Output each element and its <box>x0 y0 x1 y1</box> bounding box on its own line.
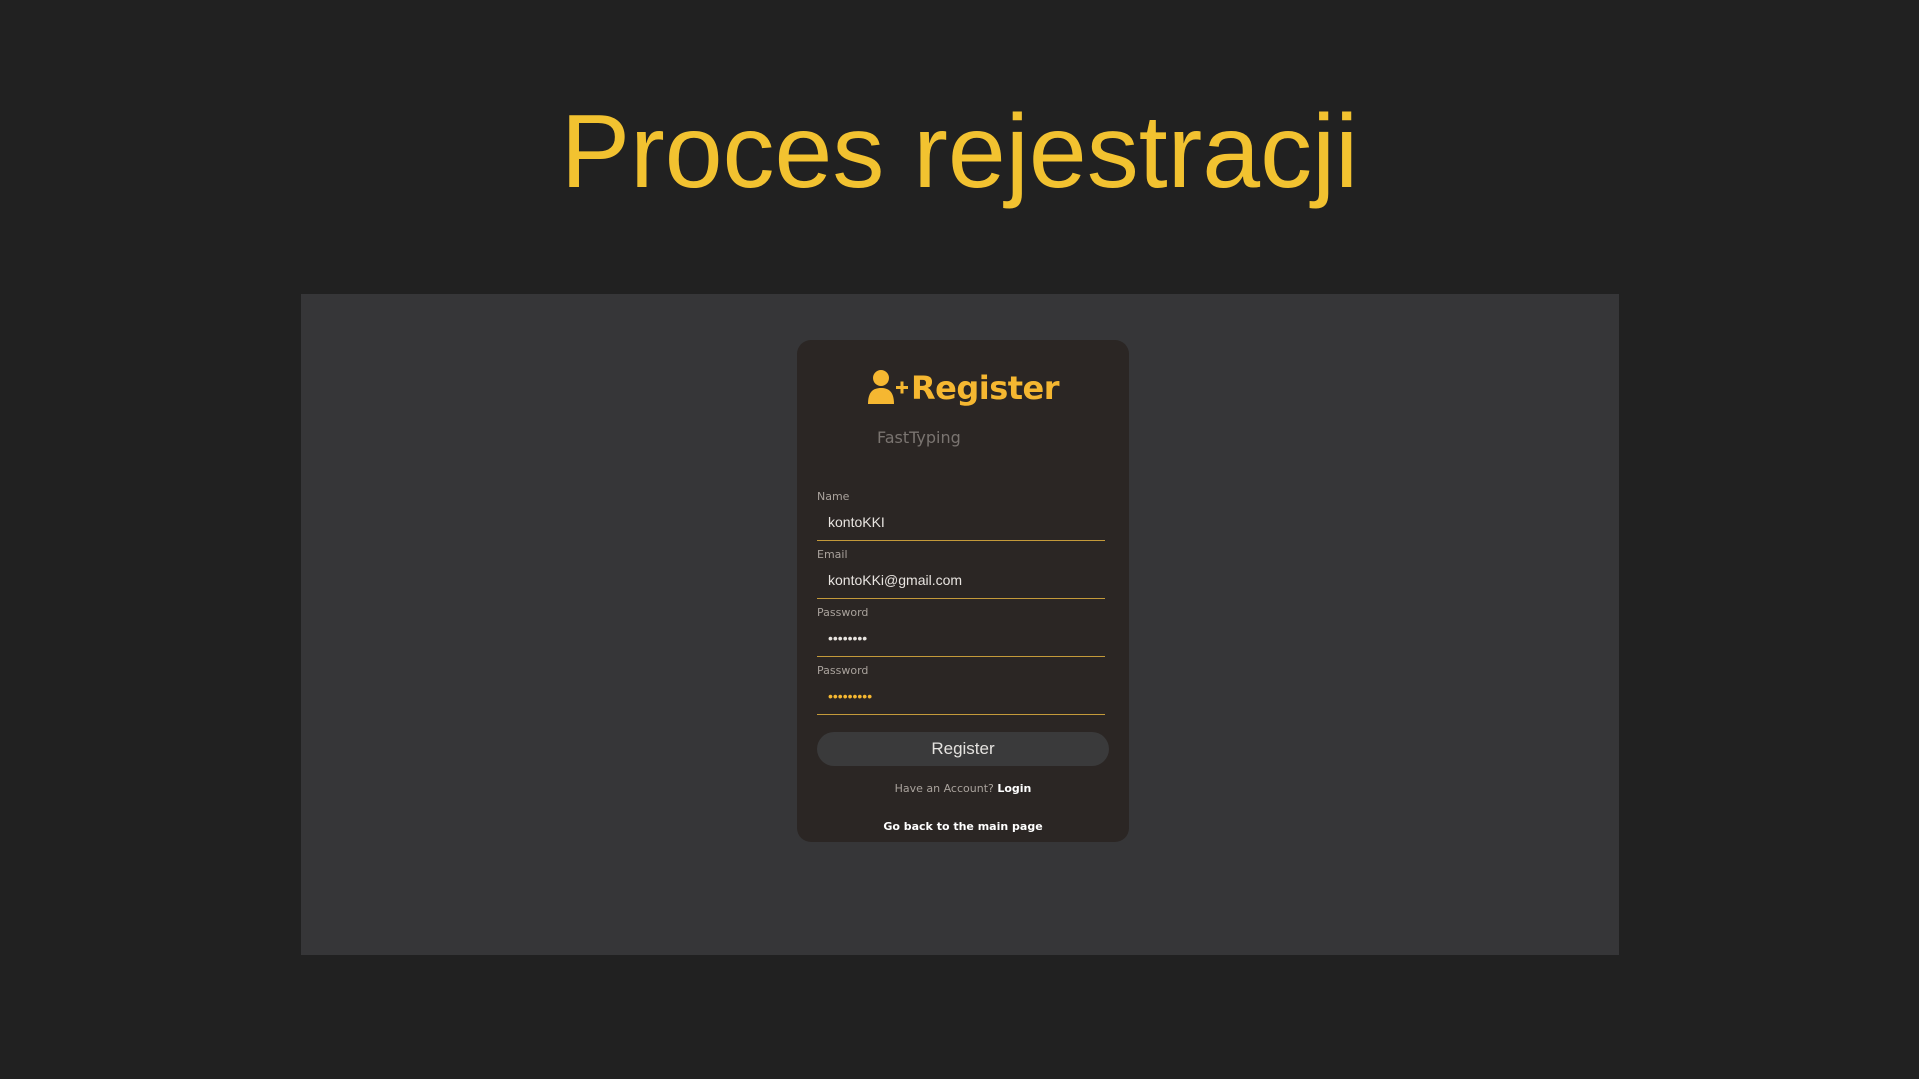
register-card: Register FastTyping Name Email Password … <box>797 340 1129 842</box>
login-link[interactable]: Login <box>997 782 1031 795</box>
name-label: Name <box>817 490 850 503</box>
email-input[interactable] <box>817 566 1105 594</box>
confirm-password-label: Password <box>817 664 869 677</box>
slide-title: Proces rejestracji <box>560 94 1359 210</box>
screenshot-frame: Register FastTyping Name Email Password … <box>301 294 1619 955</box>
back-to-main-link[interactable]: Go back to the main page <box>797 820 1129 833</box>
user-plus-icon <box>867 368 909 408</box>
confirm-password-input[interactable] <box>817 682 1105 710</box>
have-account-text: Have an Account? <box>894 782 994 795</box>
name-field: Name <box>817 490 1105 541</box>
password-field: Password <box>817 606 1105 657</box>
email-label: Email <box>817 548 848 561</box>
card-header: Register <box>797 366 1129 410</box>
password-label: Password <box>817 606 869 619</box>
register-button[interactable]: Register <box>817 732 1109 766</box>
email-field: Email <box>817 548 1105 599</box>
login-prompt: Have an Account? Login <box>797 782 1129 795</box>
name-input[interactable] <box>817 508 1105 536</box>
brand-name: FastTyping <box>877 428 961 447</box>
password-input[interactable] <box>817 624 1105 652</box>
card-title: Register <box>910 369 1060 407</box>
confirm-password-field: Password <box>817 664 1105 715</box>
